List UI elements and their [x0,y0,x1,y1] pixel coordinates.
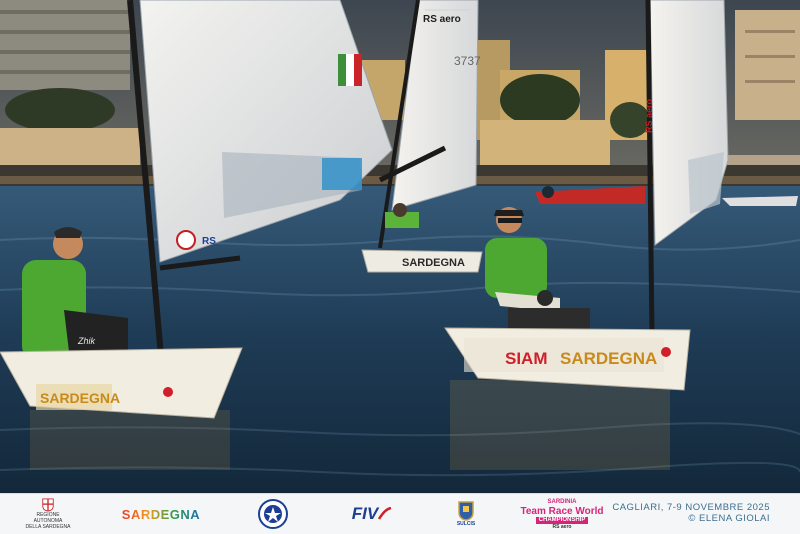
hull-reflection-left [30,410,230,470]
sailor-shirt-brand: Zhik [77,336,96,346]
left-sail-brand: RS [202,236,216,247]
hull-center-text: SARDEGNA [402,257,465,269]
fiv-logo-text: FIV [351,504,379,523]
hull-right-text-1: SIAM [505,349,548,368]
event-line-4: RS aero [552,523,572,530]
region-sardegna-logo: REGIONE AUTONOMA DELLA SARDEGNA [22,498,74,530]
center-sail-brand: RS aero [423,14,461,25]
event-line-1: SARDINIA [547,498,577,505]
hull-left-text: SARDEGNA [40,390,120,406]
sulcis-label: SULCIS [456,521,476,527]
harbor-photo: SARDEGNA RS aero 3737 RS aero SIAM SARDE… [0,0,800,493]
sardegna-logo-text: SARDEGNA [121,506,201,522]
right-sail-brand: RS aero [644,98,654,133]
shield-icon [42,498,54,512]
hull-reflection [450,380,670,470]
fiv-swoosh-icon [378,507,392,520]
event-logo: SARDINIA Team Race World CHAMPIONSHIP RS… [520,498,604,530]
sailor-right-shirt [485,238,547,298]
hull-right-text-2: SARDEGNA [560,349,657,368]
credit-line-2: © ELENA GIOLAI [688,513,770,524]
photo-credit: CAGLIARI, 7-9 NOVEMBRE 2025 © ELENA GIOL… [612,502,770,524]
center-sail-number: 3737 [454,54,481,68]
credit-line-1: CAGLIARI, 7-9 NOVEMBRE 2025 [612,502,770,513]
fiv-logo: FIV [346,498,398,530]
photo-scene: SARDEGNA RS aero 3737 RS aero SIAM SARDE… [0,0,800,493]
sponsor-footer: REGIONE AUTONOMA DELLA SARDEGNA SARDEGNA… [0,493,800,534]
crest-icon [458,501,474,521]
sardegna-brand-logo: SARDEGNA [112,498,210,530]
club-logo [255,498,291,530]
event-line-3: CHAMPIONSHIP [535,516,589,524]
region-label-2: DELLA SARDEGNA [25,524,71,530]
club-emblem-icon [258,499,288,529]
event-line-2: Team Race World [520,505,604,517]
region-label-1: REGIONE AUTONOMA [33,512,63,524]
sulcis-logo: SULCIS [448,498,484,530]
